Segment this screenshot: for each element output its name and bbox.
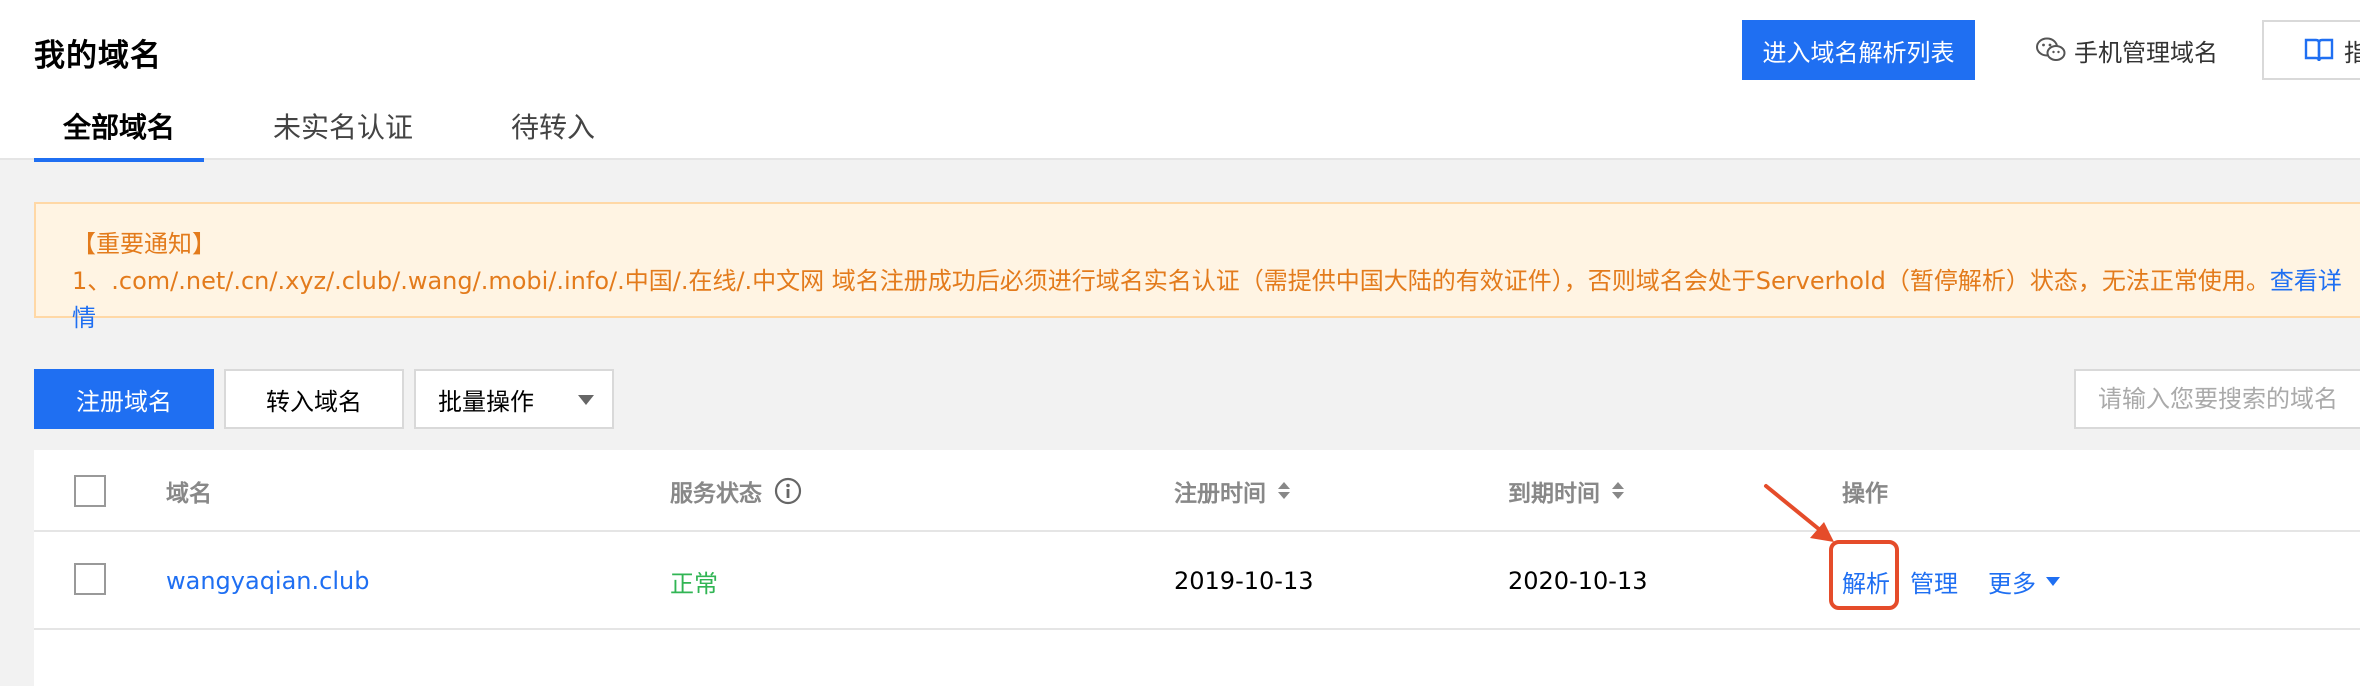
tab-all-domains[interactable]: 全部域名 [34,106,205,162]
exp-time-cell: 2020-10-13 [1508,567,1648,595]
manage-link[interactable]: 管理 [1910,564,1958,599]
domain-tabs: 全部域名 未实名认证 待转入 [34,106,624,162]
more-dropdown[interactable]: 更多 [1988,532,2060,630]
notice-text: 1、.com/.net/.cn/.xyz/.club/.wang/.mobi/.… [72,267,2270,295]
mobile-manage-label: 手机管理域名 [2074,38,2218,67]
table-header: 域名 服务状态 注册时间 到期时间 操作 [34,450,2360,532]
batch-operation-select[interactable]: 批量操作 [414,369,614,429]
batch-operation-label: 批量操作 [438,387,534,416]
header-status-label: 服务状态 [670,481,762,507]
more-link: 更多 [1988,569,2036,598]
mobile-manage-link[interactable]: 手机管理域名 [2036,30,2218,70]
status-badge: 正常 [670,569,718,598]
resolve-link[interactable]: 解析 [1842,564,1890,599]
sort-icon[interactable] [1612,482,1624,500]
caret-down-icon [2046,576,2060,586]
header-status: 服务状态 [670,450,802,532]
domain-link[interactable]: wangyaqian.club [166,567,369,595]
register-domain-button[interactable]: 注册域名 [34,369,214,429]
transfer-domain-button[interactable]: 转入域名 [224,369,404,429]
select-all-checkbox[interactable] [74,475,106,507]
domain-search-input[interactable] [2074,369,2360,429]
header-domain: 域名 [166,481,212,507]
sort-icon[interactable] [1278,482,1290,500]
notice-body: 1、.com/.net/.cn/.xyz/.club/.wang/.mobi/.… [72,263,2356,337]
wechat-icon [2036,37,2066,61]
reg-time-cell: 2019-10-13 [1174,567,1314,595]
caret-down-icon [578,395,594,405]
header-reg-time-label: 注册时间 [1174,481,1266,507]
domain-table: 域名 服务状态 注册时间 到期时间 操作 wangyaqian.club 正常 … [34,450,2360,686]
tab-pending-transfer[interactable]: 待转入 [482,106,624,160]
tab-unverified[interactable]: 未实名认证 [244,106,442,160]
book-icon [2304,38,2334,62]
page-header: 我的域名 进入域名解析列表 手机管理域名 指 全部域名 未实名认证 待转入 [0,0,2360,162]
annotation-arrow-icon [1764,484,1834,542]
header-exp-time[interactable]: 到期时间 [1508,450,1624,532]
guide-button[interactable]: 指 [2262,20,2360,80]
header-exp-time-label: 到期时间 [1508,481,1600,507]
row-checkbox[interactable] [74,563,106,595]
table-row: wangyaqian.club 正常 2019-10-13 2020-10-13… [34,532,2360,630]
guide-label: 指 [2344,38,2360,67]
notice-title: 【重要通知】 [72,230,216,258]
dns-list-button[interactable]: 进入域名解析列表 [1742,20,1975,80]
header-reg-time[interactable]: 注册时间 [1174,450,1290,532]
important-notice: 【重要通知】 1、.com/.net/.cn/.xyz/.club/.wang/… [34,202,2360,332]
header-actions: 操作 [1842,481,1888,507]
page-title: 我的域名 [34,38,162,74]
info-icon[interactable] [774,477,802,505]
